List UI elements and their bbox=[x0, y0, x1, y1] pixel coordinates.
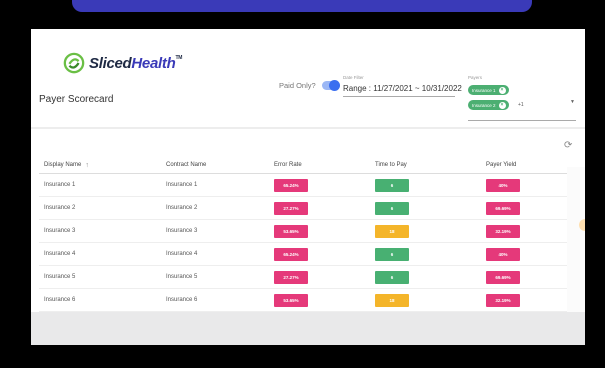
error-rate-badge: 53.65% bbox=[274, 224, 308, 238]
error-rate-cell: 27.27% bbox=[274, 197, 308, 219]
display-name-cell: Insurance 2 bbox=[44, 205, 76, 211]
error-rate-cell: 65.24% bbox=[274, 243, 308, 265]
table-row[interactable]: Insurance 5 Insurance 5 27.27% 6 69.69% bbox=[39, 266, 569, 289]
close-icon[interactable]: × bbox=[498, 101, 506, 109]
date-filter-label: Date Filter bbox=[343, 75, 364, 80]
table-row[interactable]: Insurance 6 Insurance 6 53.65% 18 32.19% bbox=[39, 289, 569, 312]
footer bbox=[31, 312, 585, 345]
column-header-error-rate[interactable]: Error Rate bbox=[274, 157, 302, 173]
date-filter-value[interactable]: Range : 11/27/2021 ~ 10/31/2022 bbox=[343, 84, 462, 97]
paid-only-filter: Paid Only? bbox=[279, 80, 340, 91]
table-body: Insurance 1 Insurance 1 65.24% 6 40% Insuranc… bbox=[39, 174, 569, 312]
error-rate-badge: 27.27% bbox=[274, 270, 308, 284]
error-rate-badge: 65.24% bbox=[274, 178, 308, 192]
time-to-pay-cell: 6 bbox=[375, 266, 409, 288]
column-header-payer-yield[interactable]: Payer Yield bbox=[486, 157, 516, 173]
header-divider bbox=[31, 127, 585, 129]
time-to-pay-badge: 6 bbox=[375, 270, 409, 284]
payer-yield-cell: 32.19% bbox=[486, 220, 520, 242]
time-to-pay-badge: 6 bbox=[375, 247, 409, 261]
display-name-cell: Insurance 4 bbox=[44, 251, 76, 257]
time-to-pay-cell: 18 bbox=[375, 289, 409, 311]
table-row[interactable]: Insurance 3 Insurance 3 53.65% 18 32.19% bbox=[39, 220, 569, 243]
error-rate-badge: 65.24% bbox=[274, 247, 308, 261]
more-payers-count: +1 bbox=[518, 102, 524, 108]
payer-yield-cell: 69.69% bbox=[486, 266, 520, 288]
time-to-pay-badge: 18 bbox=[375, 224, 409, 238]
column-header-display-name[interactable]: Display Name ↑ bbox=[44, 157, 89, 173]
error-rate-cell: 27.27% bbox=[274, 266, 308, 288]
display-name-cell: Insurance 5 bbox=[44, 274, 76, 280]
date-filter[interactable]: Date Filter Range : 11/27/2021 ~ 10/31/2… bbox=[343, 75, 462, 97]
contract-name-cell: Insurance 3 bbox=[166, 228, 198, 234]
time-to-pay-badge: 18 bbox=[375, 293, 409, 307]
payer-yield-badge: 32.19% bbox=[486, 224, 520, 238]
logo: SlicedHealthTM bbox=[63, 52, 182, 74]
display-name-cell: Insurance 6 bbox=[44, 297, 76, 303]
paid-only-toggle[interactable] bbox=[321, 80, 340, 91]
contract-name-cell: Insurance 5 bbox=[166, 274, 198, 280]
time-to-pay-cell: 6 bbox=[375, 174, 409, 196]
column-header-contract-name[interactable]: Contract Name bbox=[166, 157, 206, 173]
payer-yield-badge: 69.69% bbox=[486, 201, 520, 215]
contract-name-cell: Insurance 4 bbox=[166, 251, 198, 257]
payer-yield-badge: 40% bbox=[486, 178, 520, 192]
page-title: Payer Scorecard bbox=[39, 94, 114, 105]
payers-label: Payers bbox=[468, 75, 483, 80]
table-row[interactable]: Insurance 1 Insurance 1 65.24% 6 40% bbox=[39, 174, 569, 197]
refresh-icon[interactable]: ⟳ bbox=[564, 140, 572, 151]
contract-name-cell: Insurance 6 bbox=[166, 297, 198, 303]
time-to-pay-cell: 6 bbox=[375, 197, 409, 219]
app-window: SlicedHealthTM Payer Scorecard Paid Only… bbox=[31, 29, 585, 345]
sort-up-icon[interactable]: ↑ bbox=[85, 162, 89, 169]
column-header-time-to-pay[interactable]: Time to Pay bbox=[375, 157, 407, 173]
time-to-pay-cell: 18 bbox=[375, 220, 409, 242]
logo-text: SlicedHealthTM bbox=[89, 54, 183, 72]
table-row[interactable]: Insurance 4 Insurance 4 65.24% 6 40% bbox=[39, 243, 569, 266]
payer-yield-cell: 40% bbox=[486, 243, 520, 265]
scorecard-table: Display Name ↑ Contract Name Error Rate T… bbox=[39, 157, 569, 312]
payer-yield-cell: 40% bbox=[486, 174, 520, 196]
display-name-cell: Insurance 3 bbox=[44, 228, 76, 234]
toggle-knob bbox=[328, 80, 340, 91]
error-rate-badge: 53.65% bbox=[274, 293, 308, 307]
time-to-pay-badge: 6 bbox=[375, 201, 409, 215]
payer-yield-cell: 32.19% bbox=[486, 289, 520, 311]
payers-underline bbox=[468, 120, 576, 121]
payer-yield-badge: 32.19% bbox=[486, 293, 520, 307]
side-panel-handle[interactable] bbox=[579, 219, 585, 231]
close-icon[interactable]: × bbox=[498, 86, 506, 94]
table-header: Display Name ↑ Contract Name Error Rate T… bbox=[39, 157, 569, 174]
error-rate-cell: 65.24% bbox=[274, 174, 308, 196]
top-banner bbox=[72, 0, 532, 12]
paid-only-label: Paid Only? bbox=[279, 81, 316, 90]
sliced-health-logo-icon bbox=[63, 52, 85, 74]
payers-filter[interactable]: Payers Insurance 1 × Insurance 2 × +1 ▼ bbox=[468, 75, 576, 121]
error-rate-cell: 53.65% bbox=[274, 289, 308, 311]
side-panel-edge bbox=[567, 167, 585, 335]
header: SlicedHealthTM Payer Scorecard Paid Only… bbox=[31, 29, 585, 127]
error-rate-badge: 27.27% bbox=[274, 201, 308, 215]
contract-name-cell: Insurance 2 bbox=[166, 205, 198, 211]
chevron-down-icon[interactable]: ▼ bbox=[570, 99, 575, 105]
payer-yield-badge: 69.69% bbox=[486, 270, 520, 284]
display-name-cell: Insurance 1 bbox=[44, 182, 76, 188]
payer-yield-cell: 69.69% bbox=[486, 197, 520, 219]
payer-chip[interactable]: Insurance 1 × bbox=[468, 85, 509, 95]
error-rate-cell: 53.65% bbox=[274, 220, 308, 242]
payer-chip[interactable]: Insurance 2 × bbox=[468, 100, 509, 110]
time-to-pay-cell: 6 bbox=[375, 243, 409, 265]
table-row[interactable]: Insurance 2 Insurance 2 27.27% 6 69.69% bbox=[39, 197, 569, 220]
time-to-pay-badge: 6 bbox=[375, 178, 409, 192]
payer-yield-badge: 40% bbox=[486, 247, 520, 261]
contract-name-cell: Insurance 1 bbox=[166, 182, 198, 188]
